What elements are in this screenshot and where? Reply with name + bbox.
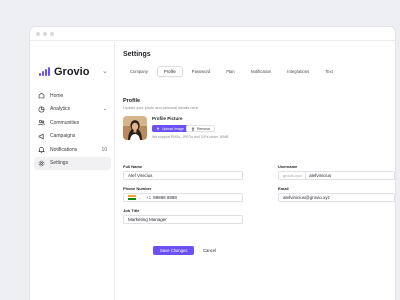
settings-tabs: Company Profile Password Plan Notificati… [123, 66, 340, 77]
sidebar-item-label: Settings [50, 160, 69, 167]
tab-text[interactable]: Text [318, 66, 340, 77]
remove-image-label: Remove [197, 126, 211, 131]
sidebar-item-analytics[interactable]: Analytics ⌄ [34, 103, 111, 117]
upload-icon [156, 126, 160, 130]
email-label: Email [278, 186, 289, 191]
bell-icon [38, 146, 45, 154]
app-window: Grovio ⌄ Home Analytics ⌄ Communities Ca… [30, 27, 395, 300]
username-label: Username [278, 164, 298, 169]
sidebar-item-label: Campaigns [50, 133, 76, 140]
analytics-icon [38, 106, 45, 113]
notification-count-badge: 10 [101, 146, 107, 153]
profile-picture-hint: We support PNGs, JPEGs and GIFs under 10… [152, 135, 229, 139]
tab-notification[interactable]: Notification [244, 66, 279, 77]
window-maximize-dot[interactable] [50, 32, 54, 36]
remove-image-button[interactable]: Remove [186, 125, 216, 132]
tab-plan[interactable]: Plan [219, 66, 241, 77]
sidebar-nav: Home Analytics ⌄ Communities Campaigns N… [34, 89, 111, 170]
email-value: alefvinicius@grovio.xyz [283, 195, 330, 200]
sidebar: Grovio ⌄ Home Analytics ⌄ Communities Ca… [30, 42, 115, 300]
sidebar-item-settings[interactable]: Settings [34, 156, 111, 170]
brand[interactable]: Grovio [39, 66, 89, 78]
main-content: Settings Company Profile Password Plan N… [123, 42, 395, 300]
trash-icon [191, 126, 195, 131]
profile-picture-label: Profile Picture [152, 116, 183, 121]
upload-image-button[interactable]: Upload Image [152, 125, 188, 132]
save-changes-button[interactable]: Save Changes [153, 246, 195, 255]
section-title: Profile [123, 98, 141, 104]
phone-label: Phone Number [123, 186, 152, 191]
tab-password[interactable]: Password [185, 66, 217, 77]
sidebar-item-communities[interactable]: Communities [34, 116, 111, 130]
username-prefix: grovio.xyz/ [283, 172, 307, 179]
tab-profile[interactable]: Profile [156, 66, 183, 77]
country-flag-icon[interactable] [128, 195, 136, 201]
phone-value: 88888 8888 [153, 195, 177, 200]
job-title-label: Job Title [123, 208, 140, 213]
sidebar-item-home[interactable]: Home [34, 89, 111, 103]
full-name-value: Alef Vinicius [128, 173, 153, 178]
sidebar-item-campaigns[interactable]: Campaigns [34, 130, 111, 144]
sidebar-item-label: Notifications [50, 146, 78, 153]
username-field[interactable]: grovio.xyz/ alefvinicius [278, 171, 395, 180]
chevron-down-icon[interactable]: ⌄ [138, 196, 141, 200]
section-subtitle: Update your photo and personal details h… [123, 106, 199, 110]
workspace-switcher-icon[interactable]: ⌄ [102, 67, 108, 75]
job-title-value: Marketing Manager [128, 217, 167, 222]
full-name-field[interactable]: Alef Vinicius [123, 171, 243, 180]
tab-company[interactable]: Company [123, 66, 155, 77]
full-name-label: Full Name [123, 164, 143, 169]
home-icon [38, 92, 45, 99]
phone-field[interactable]: ⌄ +1 88888 8888 [123, 193, 243, 202]
avatar [123, 116, 147, 140]
gear-icon [38, 160, 45, 167]
window-close-dot[interactable] [36, 32, 40, 36]
username-value: alefvinicius [309, 173, 332, 178]
window-titlebar [30, 27, 395, 41]
page-title: Settings [123, 51, 151, 58]
sidebar-item-label: Analytics [50, 106, 71, 113]
sidebar-item-label: Communities [50, 119, 80, 126]
sidebar-item-label: Home [50, 92, 64, 99]
phone-dial-code: +1 [145, 195, 152, 200]
brand-logo-icon [39, 67, 50, 76]
campaigns-icon [38, 133, 45, 140]
communities-icon [38, 119, 45, 126]
upload-image-label: Upload Image [162, 126, 184, 131]
chevron-down-icon[interactable]: ⌄ [103, 103, 107, 117]
cancel-button[interactable]: Cancel [197, 246, 222, 255]
sidebar-item-notifications[interactable]: Notifications 10 [34, 143, 111, 157]
email-field[interactable]: alefvinicius@grovio.xyz [278, 193, 395, 202]
job-title-field[interactable]: Marketing Manager [123, 215, 243, 224]
window-minimize-dot[interactable] [43, 32, 47, 36]
tab-integrations[interactable]: Integrations [280, 66, 316, 77]
brand-name: Grovio [54, 66, 90, 78]
